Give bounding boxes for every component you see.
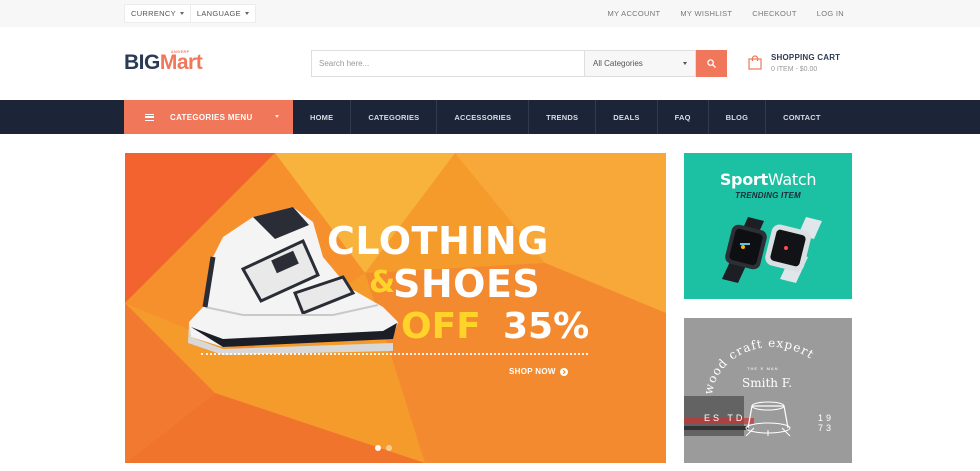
account-links: MY ACCOUNT MY WISHLIST CHECKOUT LOG IN <box>607 0 844 27</box>
nav-item-blog[interactable]: BLOG <box>707 100 765 134</box>
caret-down-icon <box>245 12 249 15</box>
logo-mart: Mart <box>159 51 203 74</box>
slider-pagination <box>375 445 392 451</box>
logo-big: BIG <box>124 51 160 74</box>
arrow-right-circle-icon <box>559 367 568 376</box>
hero-headline-line2: SHOES <box>393 262 541 306</box>
currency-label: CURRENCY <box>131 9 176 18</box>
woodcraft-year: 19 73 <box>818 413 835 433</box>
logo-tagline: ANGERP <box>171 50 190 54</box>
smartwatch-image <box>722 217 822 283</box>
caret-down-icon <box>275 115 279 118</box>
hero-headline-line1: CLOTHING <box>327 219 549 263</box>
search-bar: Search here... All Categories <box>311 50 727 77</box>
nav-item-accessories[interactable]: ACCESSORIES <box>436 100 528 134</box>
language-label: LANGUAGE <box>196 9 241 18</box>
nav-item-deals[interactable]: DEALS <box>595 100 656 134</box>
top-selects: CURRENCY LANGUAGE <box>124 4 256 23</box>
nav-item-home[interactable]: HOME <box>293 100 350 134</box>
login-link[interactable]: LOG IN <box>817 9 844 18</box>
search-button[interactable] <box>696 50 727 77</box>
hero-discount: 35% <box>503 306 590 347</box>
nav-item-trends[interactable]: TRENDS <box>528 100 595 134</box>
search-icon <box>707 59 716 68</box>
caret-down-icon <box>179 12 184 15</box>
logo[interactable]: BIGMart ANGERP <box>124 50 203 75</box>
hero-slider[interactable]: CLOTHING & SHOES OFF 35% SHOP NOW <box>125 153 666 463</box>
cart-title: SHOPPING CART <box>771 53 841 62</box>
categories-menu-button[interactable]: CATEGORIES MENU <box>124 100 293 134</box>
slider-dot-1[interactable] <box>375 445 381 451</box>
shopping-bag-icon <box>748 55 762 70</box>
woodcraft-est: ES TD <box>704 413 746 423</box>
nav-item-faq[interactable]: FAQ <box>656 100 708 134</box>
currency-select[interactable]: CURRENCY <box>124 4 191 23</box>
sportwatch-title-light: Watch <box>767 170 817 189</box>
caret-down-icon <box>683 62 687 65</box>
shop-now-link[interactable]: SHOP NOW <box>509 367 568 376</box>
hero-off-label: OFF <box>401 306 481 347</box>
hero-ampersand: & <box>369 265 396 300</box>
my-wishlist-link[interactable]: MY WISHLIST <box>680 9 732 18</box>
slider-dot-2[interactable] <box>386 445 392 451</box>
shop-now-label: SHOP NOW <box>509 367 556 376</box>
sportwatch-banner[interactable]: SportWatch TRENDING ITEM <box>684 153 852 299</box>
nav-item-contact[interactable]: CONTACT <box>765 100 838 134</box>
category-select[interactable]: All Categories <box>585 50 696 77</box>
sportwatch-title: SportWatch <box>684 170 852 189</box>
woodcraft-mark: THE ✕ MAN <box>747 366 779 371</box>
main-nav: CATEGORIES MENU HOME CATEGORIES ACCESSOR… <box>0 100 980 134</box>
language-select[interactable]: LANGUAGE <box>190 4 256 23</box>
site-header: BIGMart ANGERP Search here... All Catego… <box>0 27 980 100</box>
sportwatch-title-bold: Sport <box>719 170 768 189</box>
nav-menu: HOME CATEGORIES ACCESSORIES TRENDS DEALS… <box>293 100 838 134</box>
top-bar: CURRENCY LANGUAGE MY ACCOUNT MY WISHLIST… <box>0 0 980 27</box>
woodcraft-name: Smith F. <box>742 376 793 390</box>
cart-summary: 0 ITEM - $0.00 <box>771 66 818 73</box>
hamburger-icon <box>145 113 154 121</box>
checkout-link[interactable]: CHECKOUT <box>752 9 797 18</box>
category-select-label: All Categories <box>593 59 643 68</box>
my-account-link[interactable]: MY ACCOUNT <box>607 9 660 18</box>
hero-dotted-divider <box>201 353 588 355</box>
categories-menu-label: CATEGORIES MENU <box>170 112 253 122</box>
nav-item-categories[interactable]: CATEGORIES <box>350 100 436 134</box>
sportwatch-subtitle: TRENDING ITEM <box>735 191 801 200</box>
woodcraft-banner[interactable]: wood craft expert THE ✕ MAN Smith F. ES … <box>684 318 852 463</box>
search-input[interactable]: Search here... <box>311 50 585 77</box>
